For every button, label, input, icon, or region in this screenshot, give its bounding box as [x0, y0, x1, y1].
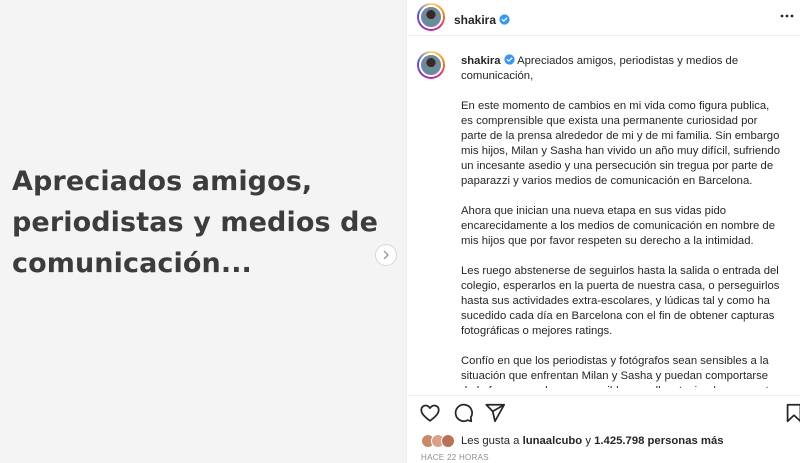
- likes-user-link[interactable]: lunaalcubo: [523, 435, 583, 447]
- caption-paragraph: Les ruego abstenerse de seguirlos hasta …: [461, 265, 780, 337]
- post-image-text: Apreciados amigos, periodistas y medios …: [12, 161, 392, 284]
- liker-avatars: [421, 434, 455, 448]
- likes-connector: y: [585, 435, 591, 447]
- avatar[interactable]: [417, 51, 445, 79]
- post-image: Apreciados amigos, periodistas y medios …: [0, 0, 406, 463]
- caption-paragraph: shakira Apreciados amigos, periodistas y…: [461, 54, 783, 84]
- caption-scroll-area[interactable]: shakira Apreciados amigos, periodistas y…: [407, 37, 800, 388]
- header-username[interactable]: shakira: [454, 11, 510, 29]
- comment-button[interactable]: [452, 402, 474, 424]
- comment-bubble-icon: [454, 403, 473, 423]
- paper-plane-icon: [485, 403, 506, 423]
- post-caption: shakira Apreciados amigos, periodistas y…: [461, 54, 783, 388]
- like-button[interactable]: [419, 402, 441, 424]
- caption-username[interactable]: shakira: [461, 55, 501, 67]
- bookmark-icon: [786, 403, 800, 423]
- caption-paragraph: Ahora que inician una nueva etapa en sus…: [461, 205, 775, 247]
- more-dots-icon: [780, 14, 794, 18]
- share-button[interactable]: [484, 402, 506, 424]
- more-options-button[interactable]: [779, 8, 795, 24]
- liker-avatar: [441, 434, 455, 448]
- post-timestamp[interactable]: HACE 22 HORAS: [421, 453, 489, 462]
- post-image-line: Apreciados amigos,: [12, 166, 313, 197]
- post-header: shakira: [407, 0, 800, 36]
- likes-count-link[interactable]: 1.425.798 personas más: [594, 435, 723, 447]
- caption-text: Apreciados amigos, periodistas y medios …: [461, 55, 739, 82]
- username-label[interactable]: shakira: [454, 13, 496, 27]
- verified-badge-icon: [499, 14, 510, 25]
- likes-prefix: Les gusta a: [461, 435, 520, 447]
- next-slide-button[interactable]: [375, 244, 397, 266]
- chevron-right-icon: [383, 250, 389, 260]
- likes-summary: Les gusta a lunaalcubo y 1.425.798 perso…: [421, 432, 724, 450]
- post-image-line: periodistas y medios de: [12, 207, 378, 238]
- avatar[interactable]: [417, 3, 445, 31]
- heart-icon: [420, 404, 440, 422]
- verified-badge-icon: [503, 54, 515, 65]
- post-actions-bar: [407, 395, 800, 427]
- post-sidebar: shakira shakira Apreciados amigos, perio…: [406, 0, 800, 463]
- caption-paragraph: En este momento de cambios en mi vida co…: [461, 100, 780, 187]
- post-image-line: comunicación...: [12, 248, 252, 279]
- save-button[interactable]: [783, 402, 800, 424]
- caption-paragraph: Confío en que los periodistas y fotógraf…: [461, 355, 775, 388]
